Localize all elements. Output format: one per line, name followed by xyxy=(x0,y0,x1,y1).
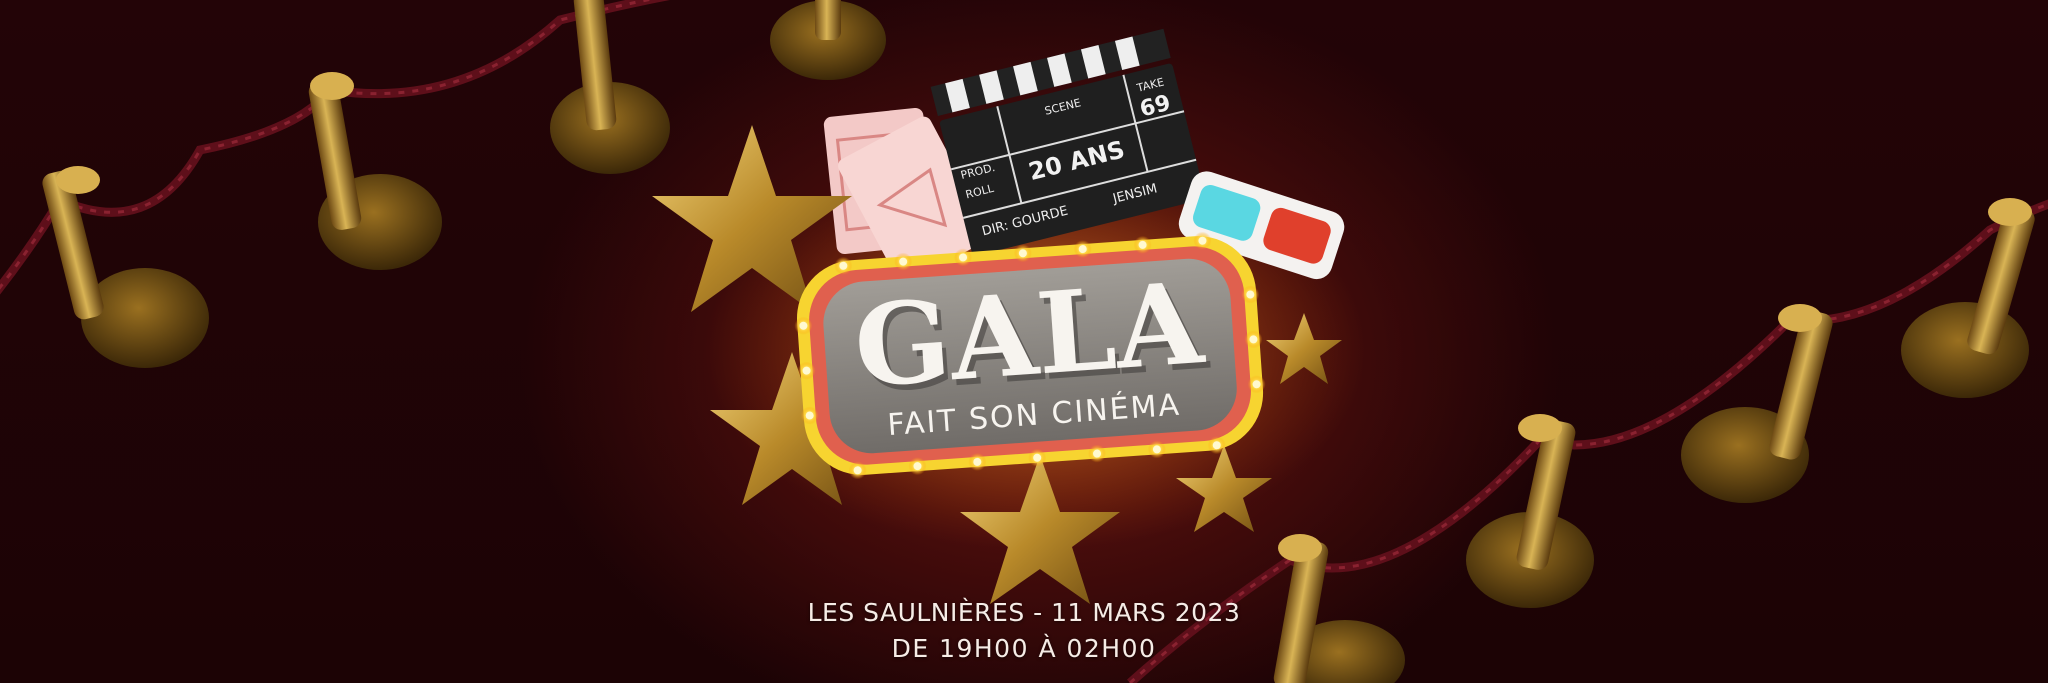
event-hours: DE 19H00 À 02H00 xyxy=(891,634,1157,663)
marquee-sign: GALA GALA FAIT SON CINÉMA xyxy=(794,231,1266,480)
event-venue-date: LES SAULNIÈRES - 11 MARS 2023 xyxy=(807,598,1241,627)
scene-artwork: PROD. ROLL SCENE 20 ANS TAKE 69 DIR: GOU… xyxy=(0,0,2048,683)
gala-banner: PROD. ROLL SCENE 20 ANS TAKE 69 DIR: GOU… xyxy=(0,0,2048,683)
